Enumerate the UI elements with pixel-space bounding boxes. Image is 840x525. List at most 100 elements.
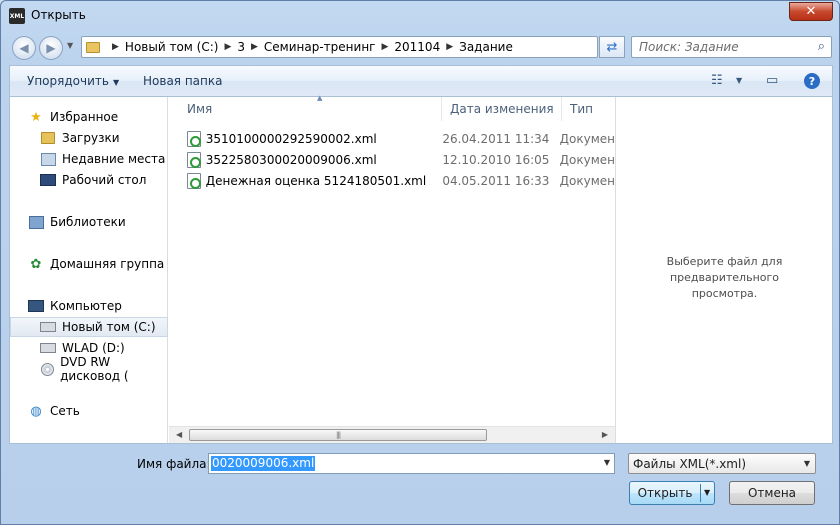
xml-file-icon (187, 173, 201, 189)
column-header-label: Дата изменения (450, 102, 554, 116)
folder-icon (86, 41, 100, 53)
recent-locations-dropdown[interactable]: ▼ (67, 41, 73, 50)
open-button-label: Открыть (637, 486, 693, 500)
sidebar-item-label: Загрузки (62, 131, 120, 145)
disc-icon (40, 361, 54, 377)
refresh-icon: ⇄ (606, 39, 618, 55)
sidebar-item-label: DVD RW дисковод ( (60, 355, 129, 383)
address-bar[interactable]: ▶ Новый том (C:) ▶ 3 ▶ Семинар-тренинг ▶… (81, 36, 598, 58)
sidebar-item-libraries[interactable]: Библиотеки (10, 212, 168, 232)
file-name: 3510100000292590002.xml (205, 132, 377, 146)
column-header-name[interactable]: ▲ Имя (179, 94, 442, 121)
desktop-icon (40, 172, 56, 188)
breadcrumb-separator[interactable]: ▶ (112, 42, 119, 52)
breadcrumb-separator[interactable]: ▶ (224, 42, 231, 52)
xml-app-icon: XML (9, 8, 25, 24)
breadcrumb-separator[interactable]: ▶ (446, 42, 453, 52)
sidebar-item-label: Новый том (C:) (62, 320, 156, 334)
forward-button[interactable]: ▶ (39, 36, 63, 60)
sidebar-item-favorites[interactable]: ★ Избранное (10, 107, 168, 127)
scroll-left-icon[interactable]: ◀ (176, 430, 182, 439)
search-placeholder: Поиск: Задание (639, 40, 739, 54)
drive-icon (40, 340, 56, 356)
computer-icon (28, 298, 44, 314)
sidebar-item-label: Домашняя группа (50, 257, 165, 271)
navigation-pane: ★ Избранное Загрузки Недавние места Рабо… (10, 97, 168, 443)
refresh-button[interactable]: ⇄ (599, 36, 625, 58)
sidebar-item-label: Библиотеки (50, 215, 126, 229)
sidebar-item-computer[interactable]: Компьютер (10, 296, 168, 316)
breadcrumb-seminar[interactable]: Семинар-тренинг (264, 40, 376, 54)
window-title: Открыть (31, 8, 86, 22)
chevron-down-icon: ▼ (803, 459, 810, 468)
sidebar-item-homegroup[interactable]: ✿ Домашняя группа (10, 254, 168, 274)
new-folder-button[interactable]: Новая папка (143, 74, 222, 88)
open-file-dialog: XML Открыть ✕ ◀ ▶ ▼ ▶ Новый том (C:) ▶ 3… (0, 0, 840, 525)
sidebar-item-downloads[interactable]: Загрузки (10, 128, 168, 148)
sidebar-item-recent-places[interactable]: Недавние места (10, 149, 168, 169)
file-row[interactable]: 3522580300020009006.xml 12.10.2010 16:05… (187, 150, 615, 170)
breadcrumb-separator[interactable]: ▶ (381, 42, 388, 52)
horizontal-scrollbar[interactable]: ◀ ||| ▶ (169, 426, 615, 443)
homegroup-icon: ✿ (30, 256, 42, 272)
view-options-icon[interactable]: ☷ (711, 73, 723, 88)
file-type-select[interactable]: Файлы XML(*.xml) ▼ (628, 453, 816, 474)
file-type: Докумен (559, 174, 615, 188)
sidebar-item-desktop[interactable]: Рабочий стол (10, 170, 168, 190)
file-type: Докумен (559, 153, 615, 167)
file-row[interactable]: 3510100000292590002.xml 26.04.2011 11:34… (187, 129, 615, 149)
downloads-folder-icon (40, 130, 56, 146)
preview-pane: Выберите файл для предварительного просм… (615, 97, 832, 443)
sidebar-item-label: Сеть (50, 404, 80, 418)
breadcrumb-201104[interactable]: 201104 (394, 40, 440, 54)
sidebar-item-dvd-drive[interactable]: DVD RW дисковод ( (10, 355, 168, 383)
arrow-left-icon: ◀ (19, 41, 29, 55)
filename-input[interactable]: 0020009006.xml ▼ (208, 453, 615, 474)
help-icon[interactable]: ? (804, 73, 820, 89)
xml-file-icon (187, 131, 201, 147)
sidebar-item-network[interactable]: ◍ Сеть (10, 401, 168, 421)
file-date: 12.10.2010 16:05 (442, 153, 550, 167)
breadcrumb-drive-c[interactable]: Новый том (C:) (125, 40, 219, 54)
back-button[interactable]: ◀ (12, 36, 36, 60)
preview-pane-icon[interactable]: ▭ (766, 73, 778, 88)
search-input[interactable]: Поиск: Задание ⌕ (631, 36, 832, 58)
column-header-type[interactable]: Тип (562, 97, 615, 121)
breadcrumb-separator[interactable]: ▶ (251, 42, 258, 52)
system-drive-icon (40, 319, 56, 335)
open-button[interactable]: Открыть ▼ (629, 481, 715, 505)
breadcrumb-zadanie[interactable]: Задание (459, 40, 513, 54)
sidebar-item-label: Избранное (50, 110, 119, 124)
file-row[interactable]: Денежная оценка 5124180501.xml 04.05.201… (187, 171, 615, 191)
file-date: 04.05.2011 16:33 (442, 174, 550, 188)
scrollbar-thumb[interactable]: ||| (189, 429, 487, 441)
libraries-icon (28, 214, 44, 230)
filename-label: Имя файла: (137, 457, 211, 471)
xml-file-icon (187, 152, 201, 168)
organize-button[interactable]: Упорядочить ▼ (27, 74, 119, 88)
chevron-down-icon[interactable]: ▼ (604, 458, 610, 467)
column-header-label: Имя (187, 102, 213, 116)
breadcrumb-folder-3[interactable]: 3 (237, 40, 245, 54)
cancel-button[interactable]: Отмена (729, 481, 815, 505)
column-header-date[interactable]: Дата изменения (442, 97, 562, 121)
preview-message-line: просмотра. (691, 287, 758, 300)
filename-value: 0020009006.xml (211, 456, 316, 471)
sidebar-item-label: Рабочий стол (62, 173, 147, 187)
title-bar: XML Открыть ✕ (1, 1, 839, 29)
preview-message-line: Выберите файл для предварительного (666, 255, 783, 284)
file-type-value: Файлы XML(*.xml) (633, 456, 747, 471)
network-icon: ◍ (30, 403, 42, 419)
recent-places-icon (40, 151, 56, 167)
scroll-right-icon[interactable]: ▶ (602, 430, 608, 439)
sidebar-item-label: Компьютер (50, 299, 122, 313)
main-area: ★ Избранное Загрузки Недавние места Рабо… (9, 94, 833, 444)
chevron-down-icon[interactable]: ▼ (736, 76, 742, 85)
sidebar-item-label: WLAD (D:) (62, 341, 125, 355)
magnifier-icon[interactable]: ⌕ (818, 39, 825, 54)
chevron-down-icon[interactable]: ▼ (704, 488, 710, 497)
close-button[interactable]: ✕ (789, 2, 833, 21)
chevron-down-icon: ▼ (112, 78, 120, 87)
sidebar-item-drive-c[interactable]: Новый том (C:) (10, 317, 168, 337)
arrow-right-icon: ▶ (46, 41, 56, 55)
